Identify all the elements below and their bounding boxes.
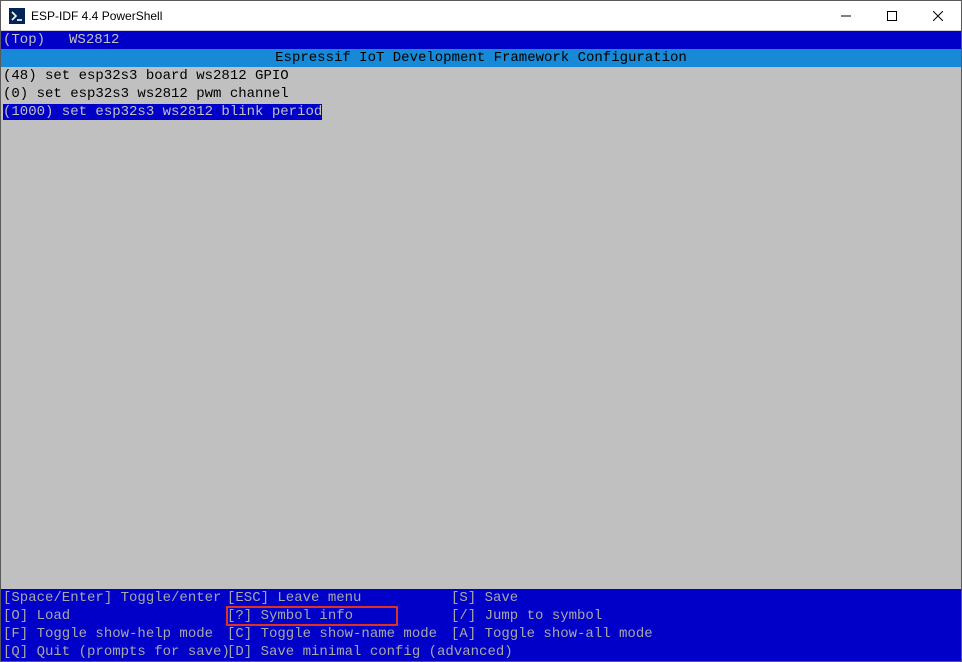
minimize-icon	[841, 11, 851, 21]
config-item-label: (48) set esp32s3 board ws2812 GPIO	[3, 68, 289, 84]
config-item[interactable]: (48) set esp32s3 board ws2812 GPIO	[3, 67, 959, 85]
breadcrumb-item[interactable]: WS2812	[69, 31, 119, 49]
help-shortcut: [Q] Quit (prompts for save)	[3, 643, 227, 661]
help-row: [Space/Enter] Toggle/enter[ESC] Leave me…	[3, 589, 959, 607]
help-shortcut: [/] Jump to symbol	[451, 607, 959, 625]
config-item[interactable]: (1000) set esp32s3 ws2812 blink period	[3, 103, 959, 121]
help-shortcut: [?] Symbol info	[227, 607, 451, 625]
minimize-button[interactable]	[823, 1, 869, 30]
help-shortcut: [C] Toggle show-name mode	[227, 625, 451, 643]
help-shortcut: [Space/Enter] Toggle/enter	[3, 589, 227, 607]
maximize-icon	[887, 11, 897, 21]
close-icon	[933, 11, 943, 21]
help-row: [Q] Quit (prompts for save)[D] Save mini…	[3, 643, 959, 661]
maximize-button[interactable]	[869, 1, 915, 30]
window-controls	[823, 1, 961, 30]
help-shortcut: [S] Save	[451, 589, 959, 607]
config-header: Espressif IoT Development Framework Conf…	[1, 49, 961, 67]
terminal: (Top) WS2812 Espressif IoT Development F…	[1, 31, 961, 661]
help-highlight: [?] Symbol info	[227, 607, 397, 625]
powershell-icon	[9, 8, 25, 24]
help-shortcut: [A] Toggle show-all mode	[451, 625, 959, 643]
breadcrumb-bar: (Top) WS2812	[1, 31, 961, 49]
help-row: [O] Load[?] Symbol info [/] Jump to symbo…	[3, 607, 959, 625]
config-item-label: (0) set esp32s3 ws2812 pwm channel	[3, 86, 289, 102]
app-window: ESP-IDF 4.4 PowerShell (Top) WS2812 Espr…	[0, 0, 962, 662]
breadcrumb-top[interactable]: (Top)	[3, 31, 45, 49]
help-shortcut: [O] Load	[3, 607, 227, 625]
config-list[interactable]: (48) set esp32s3 board ws2812 GPIO (0) se…	[1, 67, 961, 589]
config-item[interactable]: (0) set esp32s3 ws2812 pwm channel	[3, 85, 959, 103]
titlebar[interactable]: ESP-IDF 4.4 PowerShell	[1, 1, 961, 31]
help-shortcut: [F] Toggle show-help mode	[3, 625, 227, 643]
help-bar: [Space/Enter] Toggle/enter[ESC] Leave me…	[1, 589, 961, 661]
help-shortcut: [D] Save minimal config (advanced)	[227, 643, 451, 661]
config-item-label: (1000) set esp32s3 ws2812 blink period	[3, 104, 322, 120]
window-title: ESP-IDF 4.4 PowerShell	[31, 9, 823, 23]
help-row: [F] Toggle show-help mode[C] Toggle show…	[3, 625, 959, 643]
close-button[interactable]	[915, 1, 961, 30]
help-shortcut: [ESC] Leave menu	[227, 589, 451, 607]
